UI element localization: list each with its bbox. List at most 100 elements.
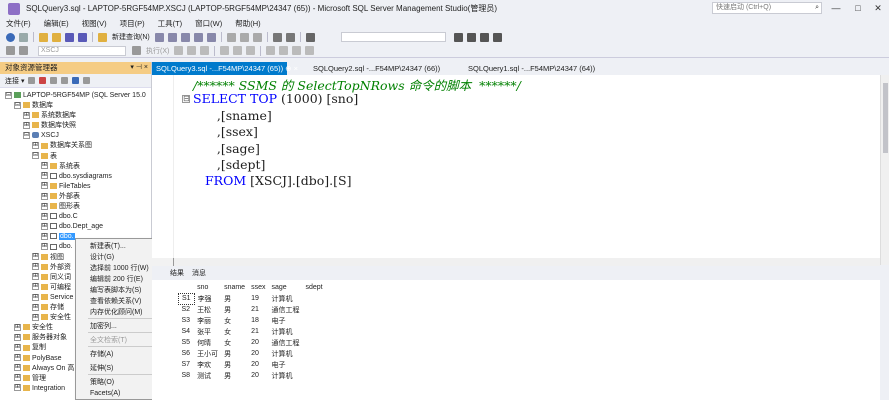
- tree-node[interactable]: ⊞ 存储: [32, 303, 64, 313]
- expand-icon[interactable]: ⊞: [14, 344, 21, 352]
- connect-object-icon[interactable]: [28, 77, 36, 84]
- tree-node[interactable]: ⊞ 管理: [14, 374, 46, 384]
- redo-icon[interactable]: [285, 32, 295, 42]
- tree-node[interactable]: ⊞ Integration: [14, 384, 65, 394]
- save-all-icon[interactable]: [78, 32, 87, 42]
- expand-icon[interactable]: ⊞: [41, 182, 48, 190]
- table-row[interactable]: S8 测试男 20 计算机: [179, 370, 326, 381]
- expand-icon[interactable]: ⊞: [14, 323, 21, 331]
- table-cell[interactable]: 计算机: [268, 348, 302, 359]
- expand-icon[interactable]: ⊞: [41, 162, 48, 170]
- tree-node[interactable]: ⊞ 服务器对象: [14, 333, 67, 343]
- display-plan-icon[interactable]: [200, 46, 210, 55]
- expand-icon[interactable]: ⊞: [41, 192, 48, 200]
- menu-project[interactable]: 项目(P): [120, 18, 145, 29]
- table-cell[interactable]: S2: [179, 304, 195, 315]
- table-cell[interactable]: S1: [178, 292, 195, 305]
- menu-help[interactable]: 帮助(H): [235, 18, 260, 29]
- stop-icon[interactable]: [50, 77, 58, 84]
- back-icon[interactable]: [6, 32, 15, 42]
- collapse-region-icon[interactable]: ⊟: [182, 95, 190, 103]
- table-row[interactable]: S6 王小可男 20 计算机: [179, 348, 326, 359]
- tree-node[interactable]: ⊞ dbo.Dept_age: [41, 222, 103, 232]
- tab-sqlquery3[interactable]: SQLQuery3.sql -...F54MP\24347 (65)) ⊕ ×: [152, 62, 298, 75]
- table-cell[interactable]: 李强: [194, 293, 221, 304]
- expand-icon[interactable]: ⊞: [32, 253, 39, 261]
- table-cell[interactable]: 王松: [194, 304, 221, 315]
- tree-node[interactable]: ⊞ 视图: [32, 253, 64, 263]
- table-cell[interactable]: 20: [248, 370, 268, 381]
- outdent-icon[interactable]: [305, 46, 315, 55]
- expand-icon[interactable]: ⊞: [14, 384, 21, 392]
- table-row[interactable]: S4 张平女 21 计算机: [179, 326, 326, 337]
- table-cell[interactable]: 20: [248, 337, 268, 348]
- tree-node[interactable]: ⊞ dbo.: [41, 242, 73, 252]
- tree-node[interactable]: ⊞ 外部表: [41, 192, 80, 202]
- expand-icon[interactable]: ⊞: [32, 313, 39, 321]
- tab-sqlquery2[interactable]: SQLQuery2.sql -...F54MP\24347 (66)): [309, 62, 449, 75]
- table-cell[interactable]: S7: [179, 359, 195, 370]
- expand-icon[interactable]: ⊞: [32, 283, 39, 291]
- menu-file[interactable]: 文件(F): [6, 18, 31, 29]
- table-cell[interactable]: S4: [179, 326, 195, 337]
- activity-monitor-icon[interactable]: [83, 77, 91, 84]
- execute-button[interactable]: 执行(X): [146, 46, 169, 56]
- paste-icon[interactable]: [252, 32, 262, 42]
- table-row[interactable]: S5 何晴女 20 通信工程: [179, 337, 326, 348]
- collapse-icon[interactable]: ⊟: [32, 152, 39, 160]
- expand-icon[interactable]: ⊞: [32, 263, 39, 271]
- tree-node[interactable]: ⊞ PolyBase: [14, 354, 62, 364]
- tree-node[interactable]: ⊞ 安全性: [32, 313, 71, 323]
- table-row[interactable]: S2 王松男 21 通信工程: [179, 304, 326, 315]
- scroll-thumb[interactable]: [883, 83, 888, 153]
- tree-node[interactable]: ⊞ dbo.: [41, 232, 75, 242]
- menu-view[interactable]: 视图(V): [82, 18, 107, 29]
- table-cell[interactable]: 计算机: [268, 326, 302, 337]
- expand-icon[interactable]: ⊞: [14, 333, 21, 341]
- tree-node[interactable]: ⊞ 数据库关系图: [32, 141, 92, 151]
- table-cell[interactable]: 男: [221, 359, 248, 370]
- save-icon[interactable]: [65, 32, 74, 42]
- new-query-button[interactable]: 新建查询(N): [112, 32, 150, 42]
- table-cell[interactable]: 通信工程: [268, 337, 302, 348]
- table-cell[interactable]: 电子: [268, 315, 302, 326]
- table-cell[interactable]: 李丽: [194, 315, 221, 326]
- column-header[interactable]: sdept: [302, 282, 325, 293]
- minimize-button[interactable]: —: [829, 1, 843, 15]
- database-select[interactable]: XSCJ: [38, 45, 126, 56]
- table-cell[interactable]: 21: [248, 326, 268, 337]
- table-cell[interactable]: 计算机: [268, 370, 302, 381]
- collapse-icon[interactable]: ⊟: [23, 131, 30, 139]
- cancel-query-icon[interactable]: [174, 46, 184, 55]
- table-cell[interactable]: 20: [248, 359, 268, 370]
- table-cell[interactable]: 19: [248, 293, 268, 304]
- table-cell[interactable]: 李欢: [194, 359, 221, 370]
- forward-icon[interactable]: [19, 32, 28, 42]
- tree-node[interactable]: ⊞ Always On 高: [14, 364, 74, 374]
- object-explorer-icon[interactable]: [479, 32, 489, 42]
- menu-window[interactable]: 窗口(W): [195, 18, 222, 29]
- table-cell[interactable]: 张平: [194, 326, 221, 337]
- expand-icon[interactable]: ⊞: [23, 121, 30, 129]
- copy-icon[interactable]: [239, 32, 249, 42]
- expand-icon[interactable]: ⊞: [14, 354, 21, 362]
- tree-node[interactable]: ⊞ dbo.sysdiagrams: [41, 172, 112, 182]
- table-cell[interactable]: 女: [221, 326, 248, 337]
- sql-editor[interactable]: /****** SSMS 的 SelectTopNRows 命令的脚本 ****…: [152, 75, 880, 258]
- new-project-icon[interactable]: [39, 32, 48, 42]
- table-cell[interactable]: 测试: [194, 370, 221, 381]
- table-cell[interactable]: 王小可: [194, 348, 221, 359]
- editor-vertical-scrollbar[interactable]: [880, 75, 889, 265]
- table-cell[interactable]: 女: [221, 337, 248, 348]
- table-cell[interactable]: 21: [248, 304, 268, 315]
- tree-node[interactable]: ⊟ 数据库: [14, 101, 53, 111]
- dmx-query-icon[interactable]: [180, 32, 190, 42]
- tab-sqlquery1[interactable]: SQLQuery1.sql -...F54MP\24347 (64)): [464, 62, 614, 75]
- table-cell[interactable]: 计算机: [268, 293, 302, 304]
- table-cell[interactable]: 男: [221, 370, 248, 381]
- properties-icon[interactable]: [453, 32, 463, 42]
- results-to-file-icon[interactable]: [246, 46, 256, 55]
- toolbox-icon[interactable]: [466, 32, 476, 42]
- table-cell[interactable]: S5: [179, 337, 195, 348]
- tree-node[interactable]: ⊟ 表: [32, 152, 57, 162]
